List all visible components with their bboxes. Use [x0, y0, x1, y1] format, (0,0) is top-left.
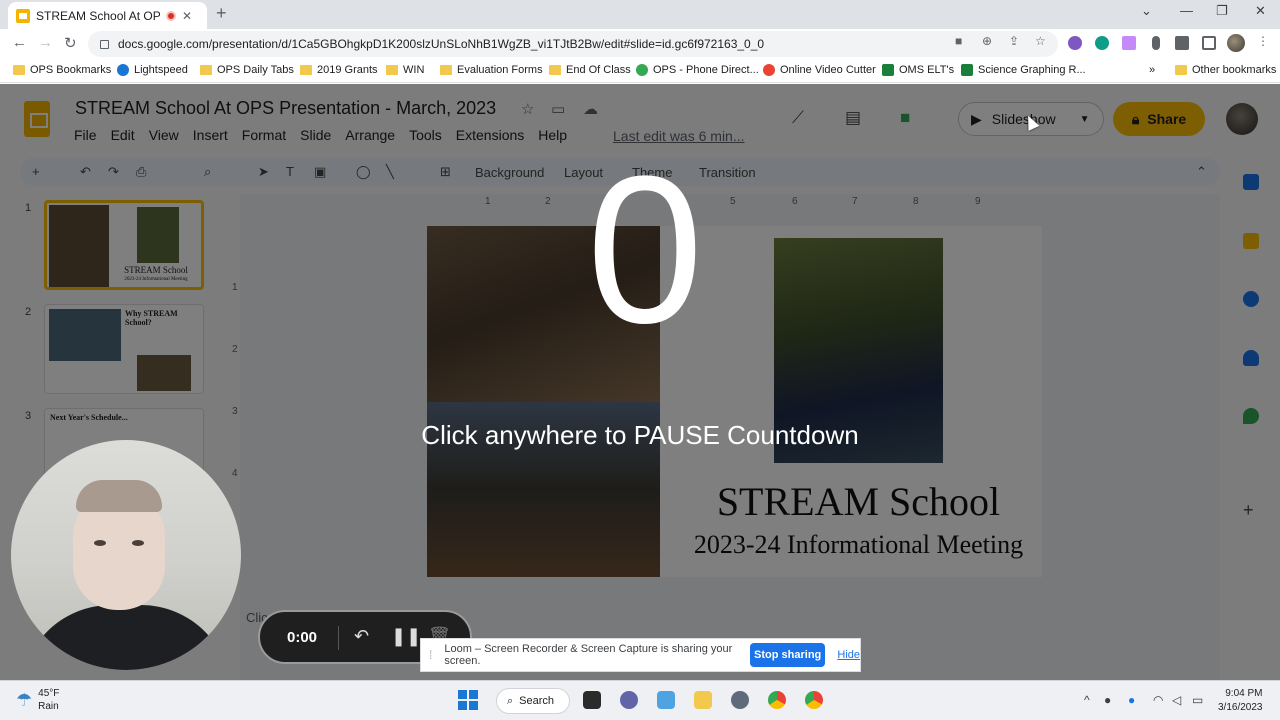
- taskbar-search[interactable]: ⌕ Search: [496, 688, 570, 714]
- bookmark-item[interactable]: End Of Class: [549, 64, 631, 76]
- system-clock[interactable]: 9:04 PM 3/16/2023: [1218, 687, 1263, 715]
- microphone-active-icon[interactable]: ●: [1128, 693, 1135, 707]
- pause-icon[interactable]: ❚❚: [391, 626, 421, 647]
- chrome-icon[interactable]: [768, 691, 786, 709]
- weather-description: Rain: [38, 701, 59, 712]
- tab-close-icon[interactable]: ✕: [182, 9, 192, 23]
- forward-button[interactable]: →: [38, 34, 53, 51]
- screen-sharing-banner: ⁞ Loom – Screen Recorder & Screen Captur…: [420, 638, 861, 672]
- browser-tab[interactable]: STREAM School At OPS Prese ✕: [8, 2, 207, 29]
- video-cutter-icon: [763, 64, 775, 76]
- rain-cloud-icon: ☂: [16, 689, 33, 710]
- bookmark-star-icon[interactable]: ☆: [1035, 34, 1046, 48]
- webcam-person: [76, 480, 162, 512]
- extensions-puzzle-icon[interactable]: [1175, 36, 1189, 50]
- search-icon: ⌕: [507, 694, 514, 707]
- stop-sharing-button[interactable]: Stop sharing: [749, 643, 826, 667]
- omnibox[interactable]: docs.google.com/presentation/d/1Ca5GBOhg…: [88, 31, 1058, 57]
- battery-icon[interactable]: ▭: [1192, 693, 1203, 707]
- bookmark-item[interactable]: OMS ELT's: [882, 64, 954, 76]
- webcam-person: [94, 540, 106, 546]
- bookmarks-bar: OPS Bookmarks Lightspeed OPS Daily Tabs …: [0, 59, 1280, 83]
- folder-icon: [386, 65, 398, 75]
- tab-title: STREAM School At OPS Prese: [36, 8, 160, 23]
- countdown-number: 0: [586, 132, 704, 367]
- recording-timer: 0:00: [287, 629, 318, 646]
- maximize-button[interactable]: ❐: [1216, 3, 1228, 19]
- volume-icon[interactable]: ◁: [1172, 693, 1181, 707]
- folder-icon: [549, 65, 561, 75]
- new-tab-button[interactable]: +: [216, 3, 227, 24]
- divider: [338, 626, 339, 650]
- bookmark-item[interactable]: Lightspeed: [117, 64, 188, 76]
- reload-button[interactable]: ↻: [64, 34, 77, 52]
- recording-indicator-icon: [166, 10, 176, 21]
- microphone-icon[interactable]: ●: [1104, 693, 1111, 707]
- snipping-tool-icon[interactable]: [657, 691, 675, 709]
- zoom-icon[interactable]: ⊕: [982, 34, 992, 48]
- folder-icon: [1175, 65, 1187, 75]
- bookmark-item[interactable]: Science Graphing R...: [961, 64, 1086, 76]
- bookmark-item[interactable]: 2019 Grants: [300, 64, 378, 76]
- pen-extension-icon[interactable]: [1122, 36, 1136, 50]
- bookmark-item[interactable]: Online Video Cutter: [763, 64, 876, 76]
- bookmark-item[interactable]: Evaluation Forms: [440, 64, 543, 76]
- webcam-person: [21, 605, 231, 670]
- chrome-menu-icon[interactable]: ⋮: [1257, 34, 1269, 48]
- bookmark-item[interactable]: OPS Bookmarks: [13, 64, 111, 76]
- slides-favicon-icon: [16, 8, 30, 23]
- show-hidden-icons-icon[interactable]: ^: [1084, 693, 1090, 707]
- tab-search-icon[interactable]: ⌄: [1141, 3, 1152, 19]
- webcam-bubble[interactable]: [11, 440, 241, 670]
- task-view-icon[interactable]: [583, 691, 601, 709]
- lock-icon: [100, 39, 109, 49]
- settings-gear-icon[interactable]: [731, 691, 749, 709]
- start-button[interactable]: [458, 690, 478, 710]
- side-panel-icon[interactable]: [1202, 36, 1216, 50]
- sharing-message: Loom – Screen Recorder & Screen Capture …: [444, 643, 733, 667]
- folder-icon: [440, 65, 452, 75]
- folder-icon: [13, 65, 25, 75]
- bookmark-item[interactable]: WIN: [386, 64, 424, 76]
- other-bookmarks[interactable]: Other bookmarks: [1175, 64, 1276, 76]
- bookmark-item[interactable]: OPS - Phone Direct...: [636, 64, 759, 76]
- bookmark-item[interactable]: OPS Daily Tabs: [200, 64, 294, 76]
- back-button[interactable]: ←: [12, 34, 27, 51]
- minimize-button[interactable]: —: [1180, 3, 1193, 18]
- wifi-icon[interactable]: ◠: [1153, 693, 1163, 707]
- drag-handle-icon[interactable]: ⁞: [429, 648, 432, 662]
- profile-avatar[interactable]: [1227, 34, 1245, 52]
- weather-widget[interactable]: ☂ 45°F Rain: [16, 687, 59, 713]
- google-drive-icon: [636, 64, 648, 76]
- sheets-icon: [882, 64, 894, 76]
- url-text: docs.google.com/presentation/d/1Ca5GBOhg…: [118, 37, 765, 51]
- camera-icon[interactable]: ■: [955, 34, 962, 48]
- folder-icon: [200, 65, 212, 75]
- file-explorer-icon[interactable]: [694, 691, 712, 709]
- webcam-person: [132, 540, 144, 546]
- extension-icon[interactable]: [1095, 36, 1109, 50]
- extension-icon[interactable]: [1068, 36, 1082, 50]
- weather-temperature: 45°F: [38, 688, 60, 699]
- address-bar-row: ← → ↻ docs.google.com/presentation/d/1Ca…: [0, 29, 1280, 59]
- more-bookmarks-button[interactable]: »: [1149, 64, 1155, 76]
- folder-icon: [300, 65, 312, 75]
- restart-icon[interactable]: ↶: [354, 626, 369, 647]
- close-window-button[interactable]: ✕: [1255, 3, 1266, 19]
- pause-countdown-hint: Click anywhere to PAUSE Countdown: [421, 420, 859, 450]
- hide-banner-link[interactable]: Hide: [837, 649, 860, 661]
- share-page-icon[interactable]: ⇪: [1009, 34, 1019, 48]
- windows-taskbar: ☂ 45°F Rain ⌕ Search ^ ● ● ◠ ◁ ▭ 9:04 PM…: [0, 680, 1280, 720]
- chrome-icon[interactable]: [805, 691, 823, 709]
- chat-icon[interactable]: [620, 691, 638, 709]
- sheets-icon: [961, 64, 973, 76]
- microphone-icon[interactable]: [1152, 36, 1160, 50]
- browser-tab-strip: STREAM School At OPS Prese ✕ + ⌄ — ❐ ✕: [0, 0, 1280, 29]
- lightspeed-icon: [117, 64, 129, 76]
